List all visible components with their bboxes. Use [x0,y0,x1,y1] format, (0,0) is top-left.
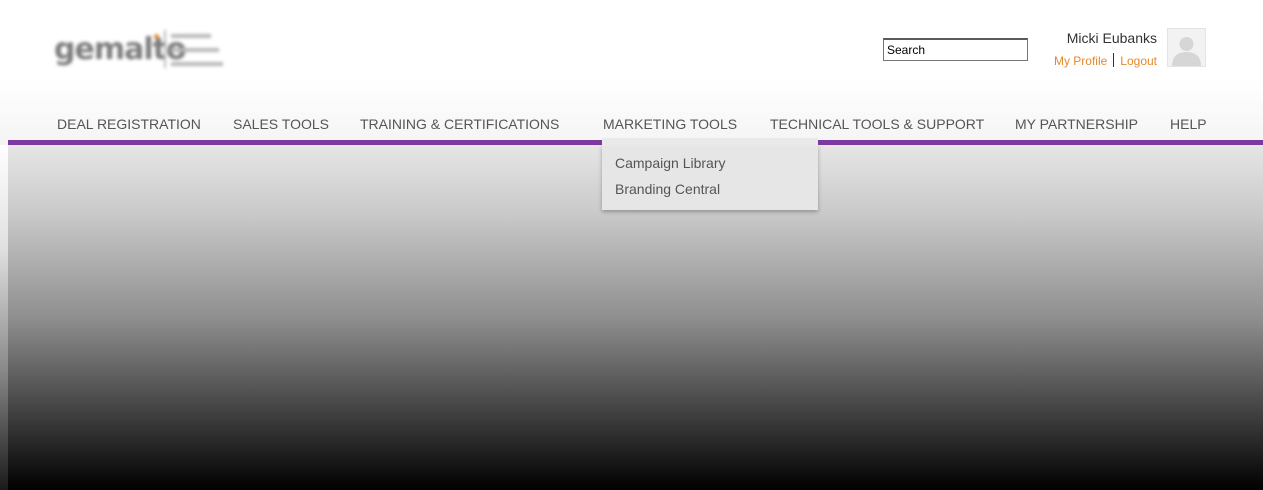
user-silhouette-icon [1168,29,1205,66]
partner-program-logo[interactable]: gemalto [54,28,249,74]
page: gemalto Micki Eubanks My Profile Logout D… [0,0,1263,490]
nav-item-deal-registration[interactable]: DEAL REGISTRATION [57,116,201,132]
nav-item-help[interactable]: HELP [1170,116,1207,132]
logo-text-line [171,34,211,38]
dropdown-item-branding-central[interactable]: Branding Central [615,181,720,197]
nav-item-sales-tools[interactable]: SALES TOOLS [233,116,329,132]
main-navigation: DEAL REGISTRATION SALES TOOLS TRAINING &… [0,110,1263,140]
nav-item-technical-tools-support[interactable]: TECHNICAL TOOLS & SUPPORT [770,116,984,132]
logo-accent-dot [154,34,159,39]
avatar[interactable] [1167,28,1206,67]
logo-text-line [171,48,219,52]
left-edge-strip [0,145,8,490]
user-name: Micki Eubanks [1066,30,1157,46]
my-profile-link[interactable]: My Profile [1054,54,1107,68]
nav-item-my-partnership[interactable]: MY PARTNERSHIP [1015,116,1138,132]
dropdown-tab-connector [602,138,818,146]
search-input[interactable] [883,38,1028,61]
logout-link[interactable]: Logout [1120,54,1157,68]
user-links: My Profile Logout [1054,53,1157,68]
logo-separator [164,30,166,68]
nav-item-marketing-tools[interactable]: MARKETING TOOLS [603,116,737,132]
logo-text-line [171,62,223,66]
link-divider [1113,53,1115,67]
nav-item-training-certifications[interactable]: TRAINING & CERTIFICATIONS [360,116,559,132]
marketing-tools-dropdown: Campaign Library Branding Central [602,145,818,210]
dropdown-item-campaign-library[interactable]: Campaign Library [615,155,726,171]
